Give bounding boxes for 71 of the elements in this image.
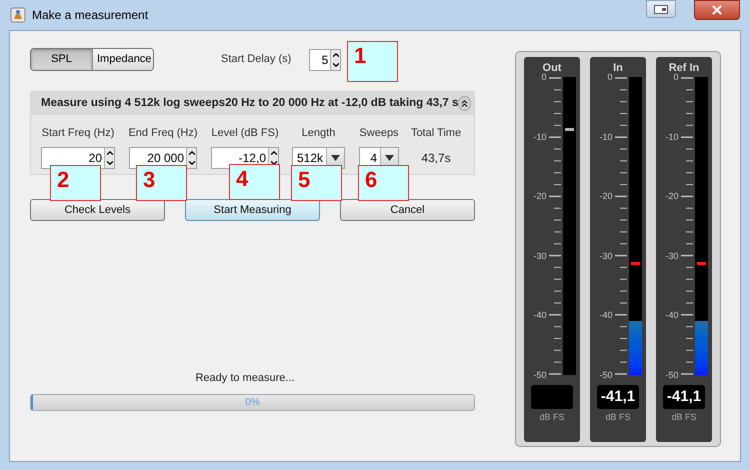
field-label: Length — [302, 126, 336, 141]
dropdown-value: 4 — [369, 150, 378, 166]
scale-ticks-icon — [614, 77, 626, 375]
spinner-field[interactable]: 5 — [309, 48, 342, 70]
meter-unit: dB FS — [539, 411, 564, 424]
scale-label: 0 — [607, 71, 612, 83]
scale-label: -30 — [665, 250, 678, 262]
scale-label: -40 — [599, 309, 612, 322]
callout-label: 6 — [358, 165, 409, 201]
meter-title: Ref In — [668, 62, 700, 74]
spinner-value: 5 — [320, 52, 330, 68]
field-label: Sweeps — [359, 126, 399, 141]
callout-label: 5 — [291, 165, 342, 201]
scale-label: -10 — [533, 130, 546, 143]
app-icon — [10, 7, 26, 23]
action-button[interactable]: Check Levels — [30, 199, 165, 221]
scale-ticks-icon — [548, 77, 560, 375]
progress-label: 0% — [245, 396, 260, 410]
scale-label: 0 — [673, 72, 678, 83]
dropdown-arrow-icon — [331, 154, 340, 160]
scale-label: -50 — [533, 368, 546, 381]
readout-value: -41,1 — [600, 386, 636, 407]
scale-ticks-icon — [680, 77, 692, 375]
total-time-value: 43,7s — [421, 150, 451, 166]
callout-label: 2 — [50, 165, 101, 201]
scale-label: -20 — [599, 190, 612, 202]
window-title: Make a measurement — [32, 7, 148, 24]
action-button[interactable]: Cancel — [340, 199, 475, 221]
scale-label: -30 — [599, 250, 612, 262]
scale-label: -40 — [665, 309, 678, 322]
panel-summary: Measure using 4 512k log sweeps20 Hz to 20 000 Hz at -12,0 dB taking 43,7 s — [41, 96, 458, 111]
scale-label: -40 — [533, 309, 546, 322]
scale-label: -10 — [665, 130, 678, 143]
status-text: Ready to measure... — [195, 370, 295, 386]
scale-label: -50 — [665, 368, 678, 381]
meter-title: Out — [542, 62, 562, 74]
dropdown-arrow-icon — [385, 154, 394, 160]
callout-label: 3 — [136, 165, 187, 201]
scale-label: -50 — [599, 368, 612, 381]
dropdown-value: 512k — [296, 150, 324, 166]
readout-display — [531, 385, 573, 409]
spinner-value: -12,0 — [238, 150, 267, 166]
callout-label: 1 — [347, 41, 398, 82]
scale-label: -30 — [533, 250, 546, 262]
collapse-button[interactable] — [458, 96, 472, 111]
scale-label: 0 — [541, 72, 546, 83]
field-label: Level (dB FS) — [211, 126, 279, 141]
spinner-value: 20 — [88, 150, 103, 166]
collapse-icon — [459, 98, 470, 109]
mode-tab[interactable]: SPL — [31, 49, 93, 70]
scale-label: -20 — [533, 190, 546, 202]
meter-unit: dB FS — [605, 411, 630, 424]
scale-label: -20 — [665, 190, 678, 202]
field-label: Total Time — [410, 126, 462, 141]
field-label: Start Freq (Hz) — [42, 126, 114, 141]
spinner-field[interactable]: 20 — [41, 146, 115, 168]
window-mode-button[interactable] — [646, 0, 676, 18]
readout-value: -41,1 — [666, 386, 702, 407]
window-mode-icon — [654, 4, 668, 14]
spinner-field[interactable]: 20 000 — [129, 146, 197, 168]
scale-label: -10 — [599, 130, 612, 143]
meter-unit: dB FS — [671, 411, 696, 424]
field-label: End Freq (Hz) — [128, 126, 198, 141]
action-button[interactable]: Start Measuring — [185, 199, 320, 221]
callout-label: 4 — [229, 164, 280, 200]
start-delay-label: Start Delay (s) — [221, 52, 292, 68]
mode-tab[interactable]: Impedance — [93, 49, 153, 70]
spinner-value: 20 000 — [146, 150, 185, 166]
close-button[interactable] — [694, 0, 740, 20]
close-icon — [710, 3, 724, 17]
meter-title: In — [613, 62, 623, 75]
